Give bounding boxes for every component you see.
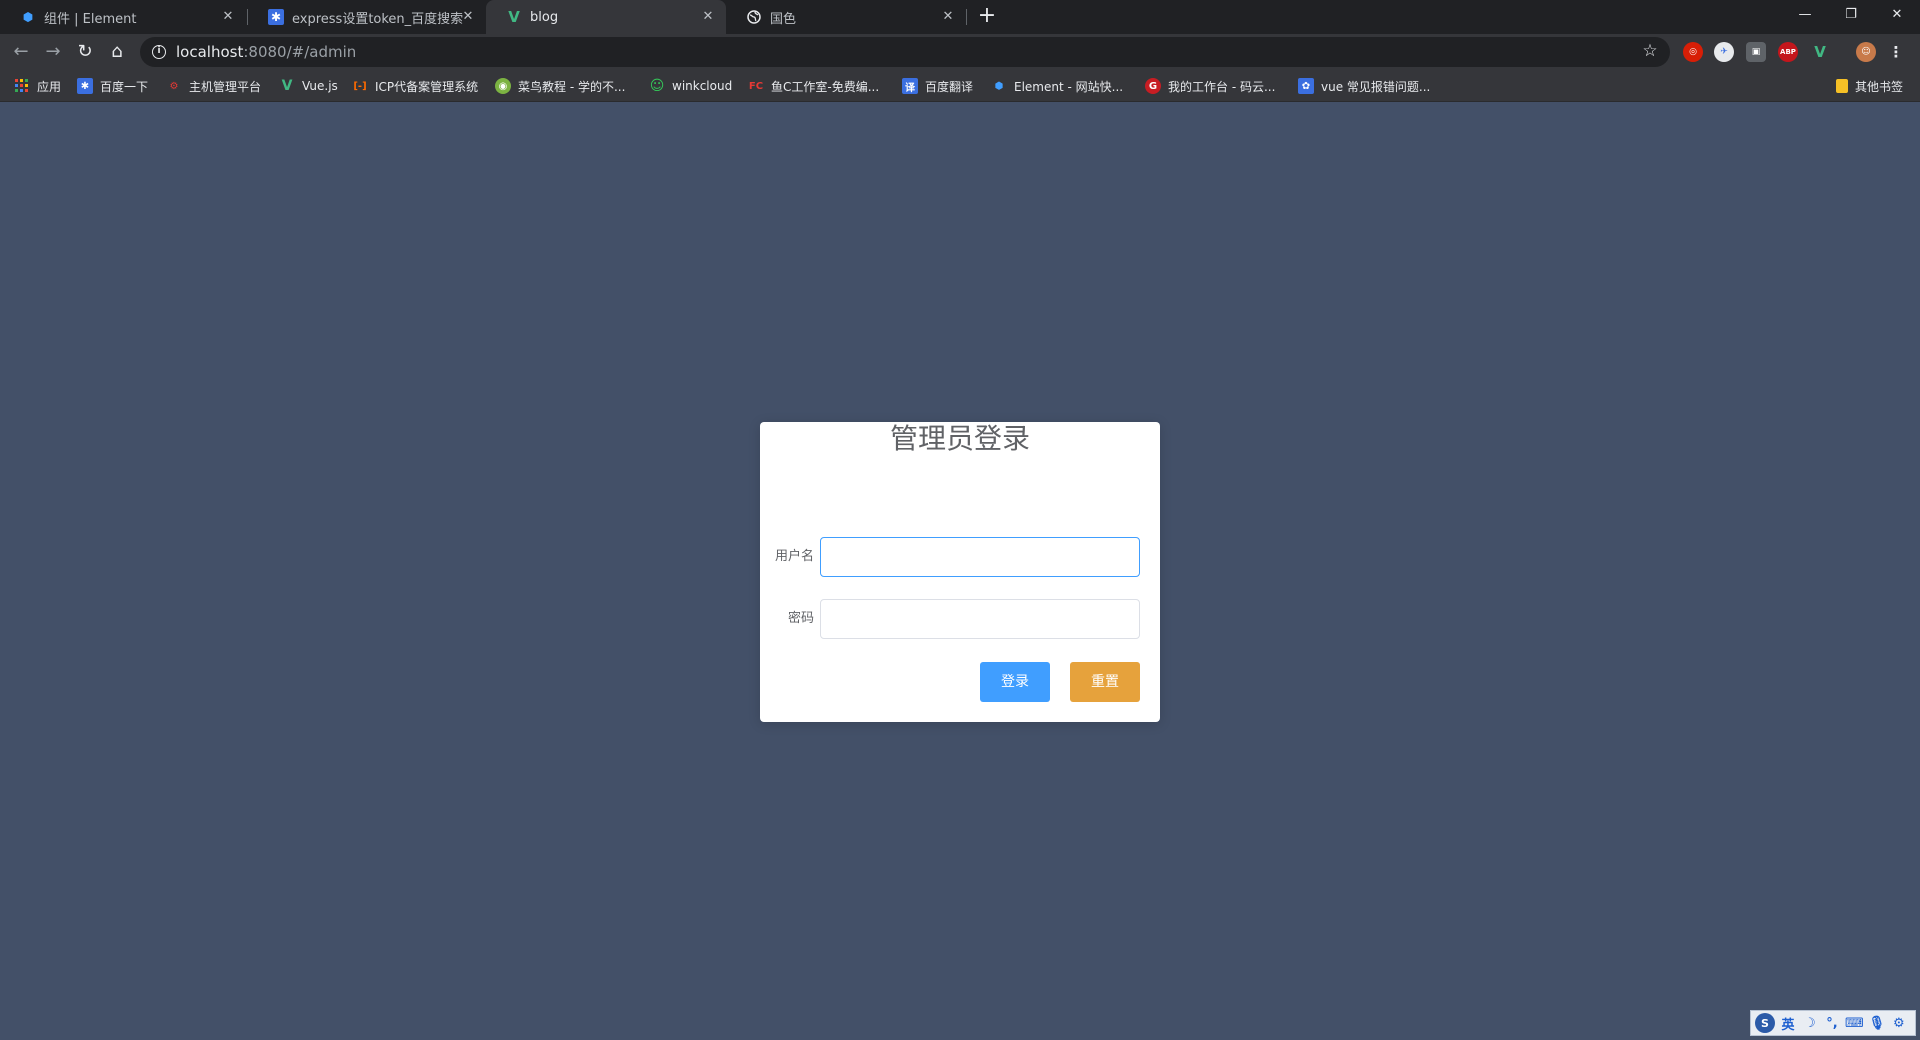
reset-button[interactable]: 重置 <box>1070 662 1140 702</box>
close-icon[interactable]: ✕ <box>700 9 716 25</box>
bookmark-label: Element - 网站快... <box>1014 79 1124 94</box>
tab-guose[interactable]: 国色 ✕ <box>726 0 966 34</box>
extension-bird-icon[interactable]: ✈ <box>1714 42 1734 62</box>
bookmark-fishc[interactable]: FC 鱼C工作室-免费编... <box>748 70 879 102</box>
bookmark-label: 菜鸟教程 - 学的不... <box>518 79 626 94</box>
password-input[interactable] <box>820 599 1140 639</box>
tab-title: express设置token_百度搜索 <box>292 11 464 27</box>
url-host: localhost <box>176 43 244 61</box>
bookmark-baidu-translate[interactable]: 译 百度翻译 <box>902 70 973 102</box>
vue-logo-icon: V <box>281 78 293 94</box>
tab-baidu-search[interactable]: ✱ express设置token_百度搜索 ✕ <box>248 0 486 34</box>
smiley-icon: ☺ <box>649 78 665 94</box>
bookmark-gitee[interactable]: G 我的工作台 - 码云... <box>1145 70 1275 102</box>
bookmark-label: 主机管理平台 <box>189 79 262 94</box>
tab-strip: ⬢ 组件 | Element ✕ ✱ express设置token_百度搜索 ✕… <box>0 0 1920 34</box>
bookmark-vuejs[interactable]: V Vue.js <box>279 70 338 102</box>
bookmark-baidu[interactable]: ✱ 百度一下 <box>77 70 148 102</box>
profile-avatar[interactable]: ☺ <box>1856 42 1876 62</box>
restore-button[interactable]: ❐ <box>1828 0 1874 30</box>
element-logo-icon: ⬢ <box>994 80 1004 92</box>
minimize-button[interactable]: — <box>1782 0 1828 30</box>
username-input[interactable] <box>820 537 1140 577</box>
microphone-icon[interactable]: 🎙 <box>1868 1013 1886 1033</box>
vue-tips-icon: ✿ <box>1298 78 1314 94</box>
window-close-button[interactable]: ✕ <box>1874 0 1920 30</box>
gear-icon[interactable]: ⚙ <box>1890 1013 1908 1033</box>
bookmark-label: 百度翻译 <box>925 79 974 94</box>
bookmark-label: winkcloud <box>672 79 733 93</box>
host-panel-icon: ⚙ <box>169 80 179 92</box>
tab-title: 国色 <box>770 11 797 27</box>
password-label: 密码 <box>787 611 814 626</box>
runoob-icon: ◉ <box>495 78 511 94</box>
bookmark-label: ICP代备案管理系统 <box>375 79 479 94</box>
bookmark-label: 百度一下 <box>100 79 149 94</box>
bookmark-label: 我的工作台 - 码云... <box>1168 79 1276 94</box>
fishc-icon: FC <box>748 80 764 92</box>
username-label: 用户名 <box>774 549 814 564</box>
baidu-paw-icon: ✱ <box>268 9 284 25</box>
adblock-icon[interactable]: ABP <box>1778 42 1798 62</box>
back-button[interactable]: ← <box>7 38 35 66</box>
bookmark-label: 应用 <box>37 79 62 94</box>
bookmark-label: Vue.js <box>302 79 338 93</box>
url-path: :8080/#/admin <box>243 43 357 61</box>
element-logo-icon: ⬢ <box>22 10 34 24</box>
punctuation-icon[interactable]: °, <box>1823 1013 1841 1033</box>
home-button[interactable]: ⌂ <box>103 38 131 66</box>
site-info-icon[interactable]: i <box>152 45 166 59</box>
bookmark-label: 鱼C工作室-免费编... <box>771 79 880 94</box>
login-title: 管理员登录 <box>889 422 1030 455</box>
login-button[interactable]: 登录 <box>980 662 1050 702</box>
bookmark-star-icon[interactable]: ☆ <box>1640 41 1660 61</box>
address-bar[interactable]: i localhost:8080/#/admin ☆ <box>140 37 1670 67</box>
ime-mode[interactable]: 英 <box>1779 1013 1797 1033</box>
login-card: 管理员登录 用户名 密码 登录 重置 <box>760 422 1160 722</box>
tab-blog[interactable]: V blog ✕ <box>486 0 726 34</box>
bookmark-icp[interactable]: [-] ICP代备案管理系统 <box>352 70 478 102</box>
vue-logo-icon: V <box>508 8 520 26</box>
close-icon[interactable]: ✕ <box>940 9 956 25</box>
baidu-translate-icon: 译 <box>902 78 918 94</box>
bookmark-winkcloud[interactable]: ☺ winkcloud <box>649 70 733 102</box>
keyboard-icon[interactable]: ⌨ <box>1845 1013 1864 1033</box>
bookmark-label: vue 常见报错问题... <box>1321 79 1431 94</box>
aliyun-icon: [-] <box>353 80 367 92</box>
bookmark-vue-tips[interactable]: ✿ vue 常见报错问题... <box>1298 70 1430 102</box>
close-icon[interactable]: ✕ <box>460 9 476 25</box>
gitee-icon: G <box>1145 78 1161 94</box>
bookmark-element[interactable]: ⬢ Element - 网站快... <box>991 70 1123 102</box>
globe-icon <box>746 9 762 25</box>
reload-button[interactable]: ↻ <box>71 38 99 66</box>
bookmark-apps[interactable]: 应用 <box>14 70 61 102</box>
baidu-paw-icon: ✱ <box>77 78 93 94</box>
address-url: localhost:8080/#/admin <box>176 43 356 61</box>
bookmark-label: 其他书签 <box>1855 79 1904 94</box>
browser-toolbar: ← → ↻ ⌂ i localhost:8080/#/admin ☆ ◎ ✈ ▣… <box>0 34 1920 70</box>
apps-grid-icon <box>14 78 30 94</box>
new-tab-button[interactable]: + <box>974 4 1000 30</box>
tab-title: 组件 | Element <box>44 11 137 27</box>
menu-kebab-icon[interactable]: ⋮ <box>1886 42 1906 62</box>
bookmark-host-panel[interactable]: ⚙ 主机管理平台 <box>166 70 262 102</box>
tab-element[interactable]: ⬢ 组件 | Element ✕ <box>0 0 246 34</box>
folder-icon <box>1836 79 1848 93</box>
bookmark-other[interactable]: 其他书签 <box>1836 70 1903 102</box>
ime-logo-icon[interactable]: S <box>1755 1013 1775 1033</box>
moon-icon[interactable]: ☽ <box>1801 1013 1819 1033</box>
tab-title: blog <box>530 9 559 25</box>
ime-status-bar: S 英 ☽ °, ⌨ 🎙 ⚙ <box>1750 1010 1916 1036</box>
extension-box-icon[interactable]: ▣ <box>1746 42 1766 62</box>
netease-music-icon[interactable]: ◎ <box>1683 42 1703 62</box>
vue-devtools-icon[interactable]: V <box>1810 42 1830 62</box>
bookmarks-bar: 应用 ✱ 百度一下 ⚙ 主机管理平台 V Vue.js [-] ICP代备案管理… <box>0 70 1920 102</box>
forward-button[interactable]: → <box>39 38 67 66</box>
tab-separator <box>966 9 967 25</box>
close-icon[interactable]: ✕ <box>220 9 236 25</box>
bookmark-runoob[interactable]: ◉ 菜鸟教程 - 学的不... <box>495 70 625 102</box>
